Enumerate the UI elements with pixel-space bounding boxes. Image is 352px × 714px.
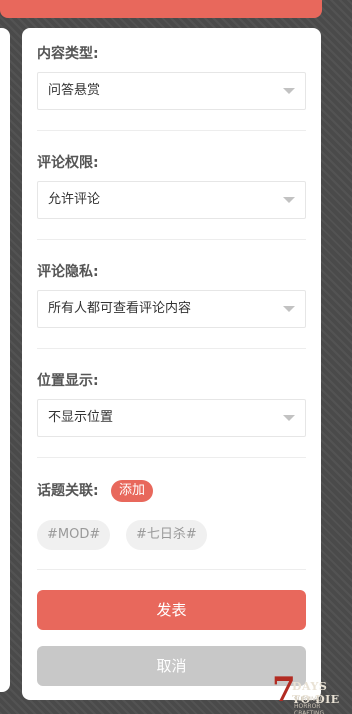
submit-button[interactable]: 发表 <box>37 590 306 630</box>
topics-row: 话题关联: 添加 <box>37 480 306 502</box>
comment-privacy-field: 评论隐私: 所有人都可查看评论内容 <box>37 262 306 328</box>
post-settings-panel: 内容类型: 问答悬赏 评论权限: 允许评论 评论隐私: 所有人都可查看评论内容 … <box>22 28 321 700</box>
location-display-value: 不显示位置 <box>48 410 114 425</box>
divider <box>37 239 306 240</box>
logo-subtext: SURVIVAL HORROR CRAFTING <box>294 696 325 714</box>
watermark-logo: 7 DAYS TO DIE SURVIVAL HORROR CRAFTING <box>270 670 350 714</box>
caret-down-icon <box>283 415 295 421</box>
content-type-select[interactable]: 问答悬赏 <box>37 72 306 110</box>
divider <box>37 457 306 458</box>
comment-permission-value: 允许评论 <box>48 192 101 207</box>
caret-down-icon <box>283 306 295 312</box>
location-display-field: 位置显示: 不显示位置 <box>37 371 306 437</box>
location-display-label: 位置显示: <box>37 373 99 389</box>
comment-permission-select[interactable]: 允许评论 <box>37 181 306 219</box>
topic-tag[interactable]: #七日杀# <box>126 520 207 550</box>
content-type-label: 内容类型: <box>37 46 99 62</box>
comment-privacy-value: 所有人都可查看评论内容 <box>48 301 192 316</box>
divider <box>37 569 306 570</box>
location-display-select[interactable]: 不显示位置 <box>37 399 306 437</box>
cancel-button[interactable]: 取消 <box>37 646 306 686</box>
content-type-field: 内容类型: 问答悬赏 <box>37 44 306 110</box>
comment-permission-field: 评论权限: 允许评论 <box>37 153 306 219</box>
comment-privacy-select[interactable]: 所有人都可查看评论内容 <box>37 290 306 328</box>
topics-label: 话题关联: <box>37 483 99 499</box>
divider <box>37 348 306 349</box>
add-topic-button[interactable]: 添加 <box>111 480 154 502</box>
content-type-value: 问答悬赏 <box>48 83 101 98</box>
header-bar <box>0 0 322 18</box>
divider <box>37 130 306 131</box>
caret-down-icon <box>283 197 295 203</box>
comment-privacy-label: 评论隐私: <box>37 264 99 280</box>
background-card <box>0 28 10 692</box>
caret-down-icon <box>283 88 295 94</box>
comment-permission-label: 评论权限: <box>37 155 99 171</box>
topic-tag[interactable]: #MOD# <box>37 520 111 550</box>
